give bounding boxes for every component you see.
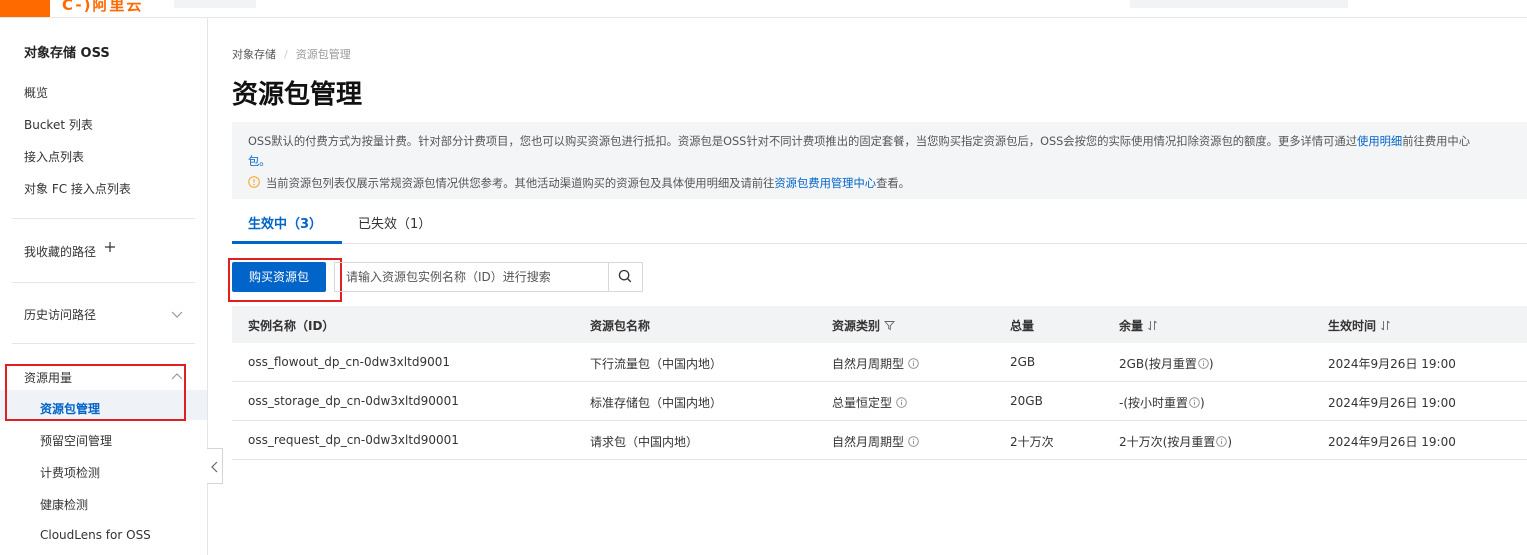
cell-package-name: 请求包（中国内地） [590, 435, 699, 449]
breadcrumb-root[interactable]: 对象存储 [232, 48, 276, 61]
console-home-logo[interactable] [0, 0, 50, 17]
add-favorite-icon[interactable] [104, 241, 116, 253]
column-resource-type[interactable]: 资源类别 [832, 317, 895, 334]
sidebar-item-overview[interactable]: 概览 [24, 84, 48, 101]
page-title: 资源包管理 [232, 80, 363, 110]
cell-instance-name: oss_request_dp_cn-0dw3xltd90001 [248, 433, 459, 447]
brand-logo-text[interactable]: C-)阿里云 [62, 0, 143, 15]
info-icon[interactable] [896, 397, 907, 408]
column-effective-time[interactable]: 生效时间 [1328, 317, 1391, 334]
cell-total: 2十万次 [1010, 435, 1054, 449]
sort-icon[interactable] [1380, 320, 1391, 331]
column-instance-name: 实例名称（ID） [248, 319, 335, 333]
resource-billing-center-link[interactable]: 资源包费用管理中心 [774, 177, 876, 190]
info-icon[interactable] [908, 358, 919, 369]
column-package-name: 资源包名称 [590, 319, 651, 333]
sidebar-item-reserved-capacity[interactable]: 预留空间管理 [40, 432, 112, 449]
workspace-selector[interactable] [174, 0, 256, 8]
status-tabs: 生效中（3） 已失效（1） [232, 199, 1527, 244]
sidebar-item-cloudlens[interactable]: CloudLens for OSS [40, 528, 151, 542]
highlight-box [228, 258, 342, 302]
cell-instance-name: oss_storage_dp_cn-0dw3xltd90001 [248, 394, 459, 408]
cell-resource-type: 自然月周期型 [832, 433, 919, 450]
sidebar-item-access-points[interactable]: 接入点列表 [24, 148, 84, 165]
tab-active[interactable]: 生效中（3） [248, 213, 322, 232]
tab-expired[interactable]: 已失效（1） [358, 213, 431, 232]
sidebar-divider [12, 218, 195, 219]
cell-instance-name: oss_flowout_dp_cn-0dw3xltd9001 [248, 355, 450, 369]
table-row: oss_request_dp_cn-0dw3xltd90001 请求包（中国内地… [232, 421, 1527, 460]
global-search-input[interactable] [1130, 0, 1348, 8]
usage-detail-link[interactable]: 使用明细 [1357, 135, 1402, 148]
sidebar-item-billing-detection[interactable]: 计费项检测 [40, 464, 100, 481]
breadcrumb: 对象存储 / 资源包管理 [232, 48, 351, 61]
sidebar-item-bucket-list[interactable]: Bucket 列表 [24, 116, 93, 133]
sidebar-item-health-check[interactable]: 健康检测 [40, 496, 88, 513]
column-remaining[interactable]: 余量 [1119, 317, 1158, 334]
cell-resource-type: 自然月周期型 [832, 355, 919, 372]
search-button[interactable] [608, 262, 643, 292]
table-header: 实例名称（ID） 资源包名称 资源类别 总量 余量 生效时间 [232, 306, 1527, 343]
cell-remaining: 2GB(按月重置) [1119, 357, 1214, 371]
column-total: 总量 [1010, 319, 1035, 333]
warning-icon [248, 176, 260, 188]
table-row: oss_flowout_dp_cn-0dw3xltd9001 下行流量包（中国内… [232, 343, 1527, 382]
sidebar: 对象存储 OSS 概览 Bucket 列表 接入点列表 对象 FC 接入点列表 … [0, 18, 208, 555]
cell-effective-time: 2024年9月26日 19:00 [1328, 435, 1456, 449]
sidebar-divider [12, 282, 195, 283]
notice-text-continued[interactable]: 包。 [248, 155, 271, 168]
sidebar-item-history[interactable]: 历史访问路径 [24, 306, 96, 323]
info-icon[interactable] [1216, 436, 1228, 447]
info-notice: OSS默认的付费方式为按量计费。针对部分计费项目，您也可以购买资源包进行抵扣。资… [232, 122, 1527, 199]
filter-icon[interactable] [884, 320, 895, 331]
sidebar-item-favorites[interactable]: 我收藏的路径 [24, 243, 96, 260]
notice-text: OSS默认的付费方式为按量计费。针对部分计费项目，您也可以购买资源包进行抵扣。资… [248, 135, 1471, 168]
cell-remaining: -(按小时重置) [1119, 396, 1205, 410]
tab-active-indicator [232, 241, 342, 244]
sort-icon[interactable] [1147, 320, 1158, 331]
top-navigation-bar: C-)阿里云 [0, 0, 1527, 18]
info-icon[interactable] [1189, 397, 1200, 408]
search-icon [618, 269, 632, 283]
cell-package-name: 标准存储包（中国内地） [590, 396, 723, 410]
sidebar-title: 对象存储 OSS [24, 46, 110, 61]
cell-total: 2GB [1010, 355, 1036, 369]
cell-resource-type: 总量恒定型 [832, 394, 907, 411]
search-input[interactable]: 请输入资源包实例名称（ID）进行搜索 [334, 262, 609, 292]
info-icon[interactable] [1198, 358, 1209, 369]
sidebar-item-fc-access-points[interactable]: 对象 FC 接入点列表 [24, 180, 131, 197]
chevron-down-icon[interactable] [170, 307, 184, 321]
breadcrumb-current: 资源包管理 [295, 48, 351, 61]
table-row: oss_storage_dp_cn-0dw3xltd90001 标准存储包（中国… [232, 382, 1527, 421]
sidebar-divider [12, 343, 195, 344]
cell-total: 20GB [1010, 394, 1043, 408]
highlight-box [5, 364, 186, 421]
cell-effective-time: 2024年9月26日 19:00 [1328, 357, 1456, 371]
cell-remaining: 2十万次(按月重置) [1119, 435, 1233, 449]
info-icon[interactable] [908, 436, 919, 447]
main-content: 对象存储 / 资源包管理 资源包管理 OSS默认的付费方式为按量计费。针对部分计费项… [208, 18, 1527, 555]
cell-effective-time: 2024年9月26日 19:00 [1328, 396, 1456, 410]
cell-package-name: 下行流量包（中国内地） [590, 357, 723, 371]
notice-warning: 当前资源包列表仅展示常规资源包情况供您参考。其他活动渠道购买的资源包及具体使用明… [248, 175, 910, 193]
